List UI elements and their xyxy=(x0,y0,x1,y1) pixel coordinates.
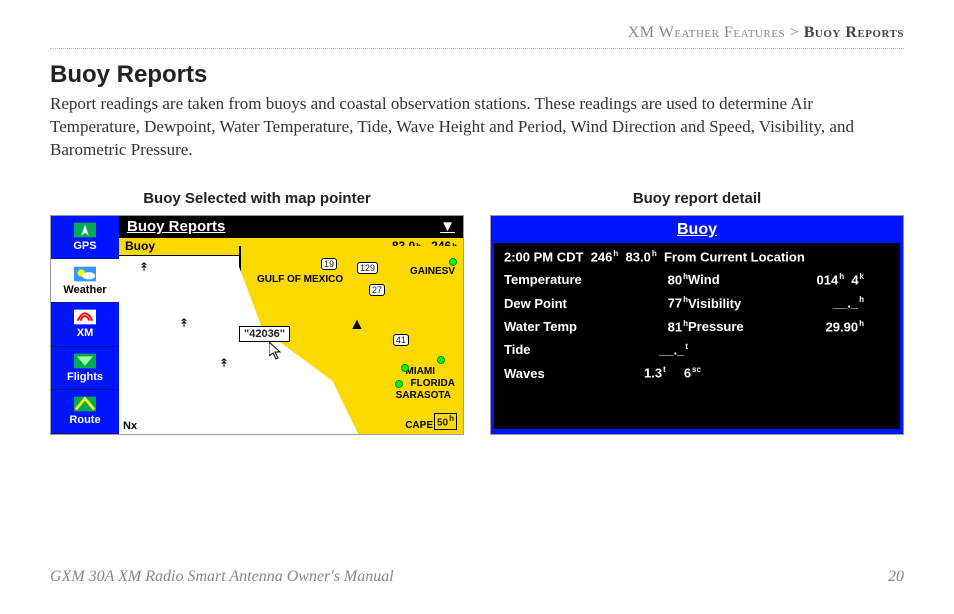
road-41: 41 xyxy=(393,334,409,346)
label-dewpoint: Dew Point xyxy=(504,296,624,311)
sidebar-item-weather[interactable]: Weather xyxy=(51,259,119,303)
status-label: Buoy xyxy=(125,239,155,253)
figure-detail: Buoy report detail Buoy 2:00 PM CDT 246h… xyxy=(490,190,904,435)
breadcrumb-page: Buoy Reports xyxy=(804,24,904,41)
sidebar-label-weather: Weather xyxy=(63,284,106,296)
value-temperature: 80h xyxy=(624,272,688,287)
value-tide: __._t xyxy=(624,342,688,357)
map-main[interactable]: Buoy Reports ▼ Buoy 83.0h 246h GULF OF M… xyxy=(119,216,463,434)
footer-page-number: 20 xyxy=(888,568,904,586)
label-waves: Waves xyxy=(504,366,624,381)
figure-detail-caption: Buoy report detail xyxy=(490,190,904,207)
label-florida: FLORIDA xyxy=(411,378,455,389)
value-watertemp: 81h xyxy=(624,319,688,334)
detail-title: Buoy xyxy=(494,219,900,243)
dropdown-icon[interactable]: ▼ xyxy=(440,218,455,235)
wind-barb-3: ↟ xyxy=(219,356,229,370)
value-dewpoint: 77h xyxy=(624,295,688,310)
road-27: 27 xyxy=(369,284,385,296)
label-cape: CAPE xyxy=(405,420,433,431)
scale-bar: 50h xyxy=(434,413,457,429)
map-pointer-icon xyxy=(269,342,283,360)
footer-manual-title: GXM 30A XM Radio Smart Antenna Owner's M… xyxy=(50,568,394,586)
sidebar-item-gps[interactable]: GPS xyxy=(51,216,119,260)
sidebar-item-flights[interactable]: Flights xyxy=(51,347,119,391)
breadcrumb-section: XM Weather Features xyxy=(628,24,785,41)
sidebar-item-xm[interactable]: XM xyxy=(51,303,119,347)
buoy-id-tag: "42036" xyxy=(239,326,290,342)
breadcrumb: XM Weather Features > Buoy Reports xyxy=(50,24,904,49)
label-watertemp: Water Temp xyxy=(504,319,624,334)
map-title-bar: Buoy Reports ▼ xyxy=(119,216,463,238)
road-129: 129 xyxy=(357,262,378,274)
weather-icon xyxy=(74,266,96,282)
detail-header: 2:00 PM CDT 246h 83.0h From Current Loca… xyxy=(504,249,890,264)
wind-barb-2: ↟ xyxy=(179,316,189,330)
label-tide: Tide xyxy=(504,342,624,357)
detail-body: 2:00 PM CDT 246h 83.0h From Current Loca… xyxy=(494,243,900,429)
city-marker-3 xyxy=(437,356,445,364)
label-temperature: Temperature xyxy=(504,272,624,287)
value-visibility: __._h xyxy=(778,295,864,310)
device-sidebar: GPS Weather XM Flights xyxy=(51,216,119,434)
wind-barb-1: ↟ xyxy=(139,260,149,274)
sidebar-label-xm: XM xyxy=(77,327,94,339)
label-wind: Wind xyxy=(688,272,778,287)
page-footer: GXM 30A XM Radio Smart Antenna Owner's M… xyxy=(50,568,904,586)
label-visibility: Visibility xyxy=(688,296,778,311)
city-marker-1 xyxy=(401,364,409,372)
xm-icon xyxy=(74,309,96,325)
road-19: 19 xyxy=(321,258,337,270)
route-icon xyxy=(74,396,96,412)
label-gulf: GULF OF MEXICO xyxy=(257,274,343,285)
flights-icon xyxy=(74,353,96,369)
position-icon: ▲ xyxy=(349,316,365,334)
map-corner-label: Nx xyxy=(123,420,137,432)
device-screen-map: GPS Weather XM Flights xyxy=(50,215,464,435)
device-screen-detail: Buoy 2:00 PM CDT 246h 83.0h From Current… xyxy=(490,215,904,435)
label-sarasota: SARASOTA xyxy=(396,390,451,401)
city-marker-2 xyxy=(395,380,403,388)
sidebar-label-gps: GPS xyxy=(73,240,96,252)
map-title: Buoy Reports xyxy=(127,218,225,235)
value-pressure: 29.90h xyxy=(778,319,864,334)
value-waves: 1.3t 6sc xyxy=(624,365,864,380)
map-canvas[interactable]: GULF OF MEXICO GAINESV MIAMI FLORIDA SAR… xyxy=(119,256,463,434)
label-pressure: Pressure xyxy=(688,319,778,334)
label-gainesville: GAINESV xyxy=(410,266,455,277)
intro-paragraph: Report readings are taken from buoys and… xyxy=(50,93,904,162)
page-title: Buoy Reports xyxy=(50,61,904,89)
value-wind: 014h 4k xyxy=(778,272,864,287)
sidebar-label-flights: Flights xyxy=(67,371,103,383)
sidebar-label-route: Route xyxy=(69,414,100,426)
label-miami: MIAMI xyxy=(406,366,435,377)
figure-map-caption: Buoy Selected with map pointer xyxy=(50,190,464,207)
figure-map: Buoy Selected with map pointer GPS Weath… xyxy=(50,190,464,435)
detail-grid: Temperature 80h Wind 014h 4k Dew Point 7… xyxy=(504,272,890,381)
city-marker-4 xyxy=(449,258,457,266)
sidebar-item-route[interactable]: Route xyxy=(51,390,119,434)
gps-icon xyxy=(74,222,96,238)
